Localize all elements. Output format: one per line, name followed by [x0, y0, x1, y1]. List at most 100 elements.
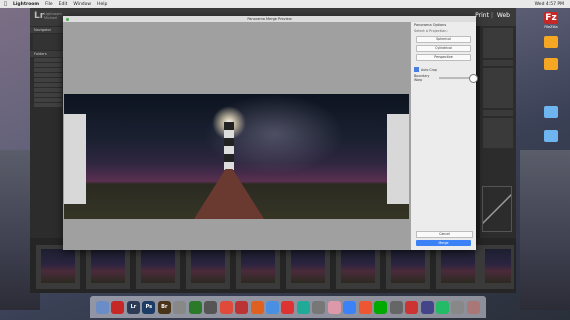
filezilla-icon: Fz: [544, 12, 558, 24]
keywording: [483, 118, 513, 148]
module-print[interactable]: Print: [475, 12, 489, 19]
dock-app-icon[interactable]: [389, 300, 403, 314]
folder-row[interactable]: [34, 73, 62, 77]
dock-app-icon[interactable]: Br: [157, 300, 171, 314]
desktop-icon-folder[interactable]: [540, 106, 562, 119]
filmstrip-thumb[interactable]: [36, 245, 80, 289]
filmstrip-thumb[interactable]: [136, 245, 180, 289]
dock-app-icon[interactable]: [296, 300, 310, 314]
dock-app-icon[interactable]: [111, 300, 125, 314]
panel-header[interactable]: [483, 60, 513, 66]
module-picker: Print | Web: [475, 12, 510, 19]
filmstrip-thumb[interactable]: [436, 245, 480, 289]
boundary-warp-row: Boundary Warp: [414, 74, 479, 83]
dock-app-icon[interactable]: [466, 300, 480, 314]
lighthouse-tower: [224, 122, 234, 170]
folder-row[interactable]: [34, 78, 62, 82]
tone-curve[interactable]: [482, 186, 512, 232]
dock-app-icon[interactable]: [219, 300, 233, 314]
apple-menu-icon[interactable]: : [4, 1, 7, 7]
panorama-preview-image: [64, 94, 409, 219]
house-right: [387, 114, 409, 204]
lightroom-logo: Lr: [34, 11, 45, 21]
perspective-button[interactable]: Perspective: [416, 54, 471, 61]
menu-clock[interactable]: Wed 4:57 PM: [535, 2, 564, 7]
cancel-button[interactable]: Cancel: [416, 231, 473, 238]
menu-item-window[interactable]: Window: [73, 2, 91, 7]
folder-row[interactable]: [34, 88, 62, 92]
menu-item-help[interactable]: Help: [97, 2, 107, 7]
projection-label: Select a Projection:: [414, 29, 448, 33]
menu-item-app[interactable]: Lightroom: [13, 2, 39, 7]
desktop-icon-label: FileZilla: [544, 25, 558, 29]
panorama-options-panel: Panorama Options Select a Projection: Sp…: [411, 22, 479, 250]
histogram: [483, 28, 513, 58]
filmstrip-thumb[interactable]: [386, 245, 430, 289]
folder-icon: [544, 106, 558, 118]
dock-app-icon[interactable]: [96, 300, 109, 314]
dock-app-icon[interactable]: [327, 300, 341, 314]
identity-plate: Lightroom Michael: [44, 12, 62, 20]
dock-app-icon[interactable]: [173, 300, 187, 314]
desktop-icon-folder[interactable]: [540, 130, 562, 143]
dock-app-icon[interactable]: [250, 300, 264, 314]
dock-app-icon[interactable]: [235, 300, 249, 314]
folder-row[interactable]: [34, 83, 62, 87]
filmstrip-thumb[interactable]: [236, 245, 280, 289]
auto-crop-row: Auto Crop: [414, 67, 473, 72]
dock-app-icon[interactable]: Ps: [142, 300, 156, 314]
folders-header[interactable]: Folders: [30, 51, 66, 57]
boundary-warp-slider[interactable]: [439, 74, 479, 83]
dock-app-icon[interactable]: [451, 300, 465, 314]
drive-icon: [544, 36, 558, 48]
dock-app-icon[interactable]: [265, 300, 279, 314]
merge-button[interactable]: Merge: [416, 240, 471, 246]
dock-app-icon[interactable]: [374, 300, 388, 314]
dock-app-icon[interactable]: [312, 300, 326, 314]
dock-app-icon[interactable]: [188, 300, 202, 314]
dock-app-icon[interactable]: [204, 300, 218, 314]
wallpaper-rocks-right: [520, 150, 570, 310]
dock-app-icon[interactable]: [343, 300, 357, 314]
desktop-icon-folder[interactable]: [540, 36, 562, 49]
menu-item-edit[interactable]: Edit: [59, 2, 68, 7]
module-web[interactable]: Web: [497, 12, 510, 19]
dock-app-icon[interactable]: [358, 300, 372, 314]
left-panel: Navigator Folders: [30, 26, 66, 238]
dock-app-icon[interactable]: [420, 300, 434, 314]
folder-row[interactable]: [34, 103, 62, 107]
folder-row[interactable]: [34, 93, 62, 97]
folder-row[interactable]: [34, 58, 62, 62]
dock: Lr Ps Br: [90, 296, 486, 318]
boundary-warp-label: Boundary Warp: [414, 74, 430, 82]
house-left: [64, 114, 86, 204]
folder-row[interactable]: [34, 68, 62, 72]
auto-crop-checkbox[interactable]: [414, 67, 419, 72]
panorama-merge-dialog: Panorama Merge Preview Panorama Options …: [63, 16, 479, 250]
dock-app-icon[interactable]: [435, 300, 449, 314]
cylindrical-button[interactable]: Cylindrical: [416, 45, 471, 52]
dock-app-icon[interactable]: [281, 300, 295, 314]
auto-crop-label: Auto Crop: [421, 67, 437, 72]
dock-app-icon[interactable]: [405, 300, 419, 314]
filmstrip-thumb[interactable]: [480, 245, 514, 289]
identity-line-2: Michael: [44, 16, 58, 20]
navigator-header[interactable]: Navigator: [30, 27, 66, 33]
filmstrip-thumb[interactable]: [86, 245, 130, 289]
navigator-preview: [33, 34, 63, 50]
folder-row[interactable]: [34, 63, 62, 67]
menu-item-file[interactable]: File: [45, 2, 53, 7]
filmstrip-thumb[interactable]: [336, 245, 380, 289]
dock-app-icon[interactable]: Lr: [126, 300, 140, 314]
panel-header[interactable]: [483, 110, 513, 116]
quick-develop: [483, 68, 513, 108]
boundary-warp-slider-handle[interactable]: [469, 74, 479, 83]
desktop-icon-filezilla[interactable]: Fz FileZilla: [540, 12, 562, 29]
folder-row[interactable]: [34, 98, 62, 102]
filmstrip-thumb[interactable]: [186, 245, 230, 289]
desktop-icon-folder[interactable]: [540, 58, 562, 71]
brick-path: [194, 169, 264, 219]
window-zoom-icon[interactable]: [66, 17, 69, 21]
spherical-button[interactable]: Spherical: [416, 36, 471, 43]
filmstrip-thumb[interactable]: [286, 245, 330, 289]
